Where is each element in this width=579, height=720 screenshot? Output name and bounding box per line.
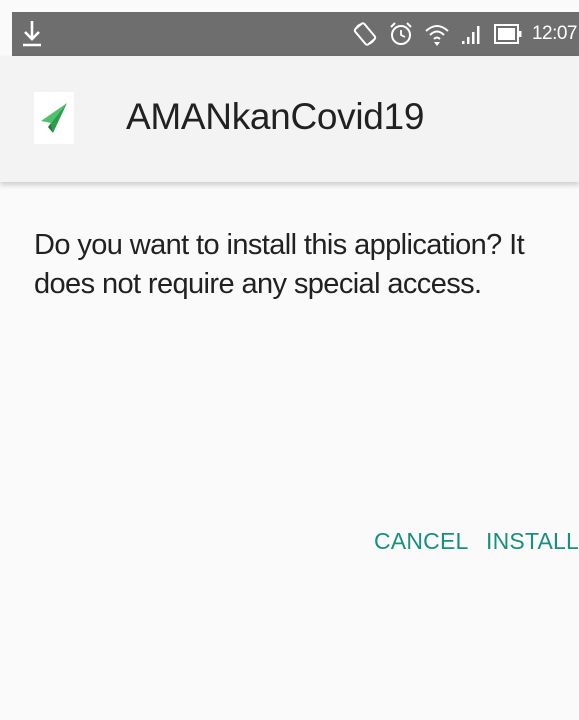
install-screen: 12:07 AMANkanCovid19 Do you want to inst… xyxy=(0,0,579,720)
install-message: Do you want to install this application?… xyxy=(34,229,525,300)
download-icon xyxy=(12,12,52,56)
paper-plane-icon xyxy=(34,92,74,144)
alarm-icon xyxy=(388,21,414,47)
app-name: AMANkanCovid19 xyxy=(126,96,425,137)
signal-icon xyxy=(460,22,484,46)
install-button[interactable]: INSTALL xyxy=(484,524,579,559)
wifi-icon xyxy=(424,21,450,47)
status-bar: 12:07 xyxy=(12,12,579,56)
app-header: AMANkanCovid19 xyxy=(0,56,579,182)
rotate-icon xyxy=(352,21,378,47)
battery-icon xyxy=(493,23,522,45)
status-icons: 12:07 xyxy=(352,21,579,47)
status-time: 12:07 xyxy=(531,23,578,44)
cancel-button[interactable]: CANCEL xyxy=(372,524,471,559)
